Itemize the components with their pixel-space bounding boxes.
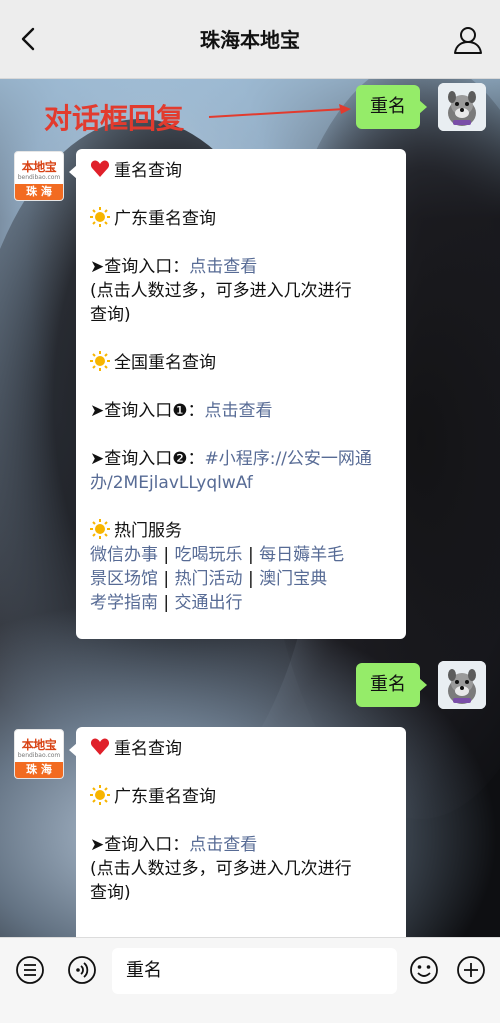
official-account-avatar[interactable]: 本地宝 bendibao.com 珠 海 (14, 151, 64, 201)
bot-reply-message[interactable]: 重名查询 广东重名查询 ➤查询入口：点击查看 (点击人数过多，可多进入几次进行 … (69, 149, 406, 639)
reply-section-guangdong: 广东重名查询 (90, 785, 392, 809)
official-account-avatar[interactable]: 本地宝 bendibao.com 珠 海 (14, 729, 64, 779)
emoji-icon[interactable] (408, 954, 440, 986)
dog-icon (438, 661, 486, 709)
bot-reply-message[interactable]: 重名查询 广东重名查询 ➤查询入口：点击查看 (点击人数过多，可多进入几次进行 … (69, 727, 406, 937)
mini-program-link-cont[interactable]: 办/2MEjlavLLyqlwAf (90, 473, 253, 493)
logo-url: bendibao.com (17, 752, 61, 759)
service-link[interactable]: 景区场馆 (90, 569, 158, 589)
menu-switch-icon[interactable] (14, 954, 46, 986)
annotation-arrow-icon (208, 104, 351, 118)
logo-city: 珠 海 (15, 762, 63, 778)
service-link[interactable]: 每日薅羊毛 (259, 545, 344, 565)
user-message[interactable]: 重名 (356, 663, 427, 707)
logo-city: 珠 海 (15, 184, 63, 200)
query-entry-link[interactable]: 点击查看 (189, 257, 257, 277)
service-link[interactable]: 微信办事 (90, 545, 158, 565)
reply-section-national: 全国重名查询 (90, 351, 392, 375)
dog-icon (438, 83, 486, 131)
service-link[interactable]: 吃喝玩乐 (175, 545, 243, 565)
sun-icon (90, 351, 110, 371)
logo-text: 本地宝 (21, 738, 57, 752)
annotation-label: 对话框回复 (44, 102, 185, 135)
service-link[interactable]: 考学指南 (90, 593, 158, 613)
query-entry-link-1[interactable]: 点击查看 (204, 401, 272, 421)
message-input[interactable]: 重名 (112, 948, 397, 994)
heart-icon (90, 160, 110, 177)
chat-title: 珠海本地宝 (200, 28, 300, 52)
input-bar: 重名 (0, 937, 500, 1023)
title-bar: 珠海本地宝 (0, 0, 500, 79)
reply-section-guangdong: 广东重名查询 (90, 207, 392, 231)
voice-icon[interactable] (66, 954, 98, 986)
reply-heading: 重名查询 (90, 737, 392, 761)
sun-icon (90, 785, 110, 805)
mini-program-link[interactable]: #小程序://公安一网通 (204, 449, 371, 469)
chat-area[interactable]: 对话框回复 重名 本地宝 bendibao.com 珠 海 重名查询 广东重名查… (0, 79, 500, 937)
user-icon[interactable] (452, 24, 484, 56)
reply-heading: 重名查询 (90, 159, 392, 183)
plus-icon[interactable] (455, 954, 487, 986)
logo-url: bendibao.com (17, 174, 61, 181)
service-link[interactable]: 热门活动 (175, 569, 243, 589)
heart-icon (90, 738, 110, 755)
user-avatar[interactable] (438, 83, 486, 131)
reply-section-services: 热门服务 (90, 519, 392, 543)
sun-icon (90, 519, 110, 539)
logo-text: 本地宝 (21, 160, 57, 174)
service-link[interactable]: 澳门宝典 (259, 569, 327, 589)
user-message[interactable]: 重名 (356, 85, 427, 129)
service-link[interactable]: 交通出行 (175, 593, 243, 613)
user-avatar[interactable] (438, 661, 486, 709)
sun-icon (90, 207, 110, 227)
query-entry-link[interactable]: 点击查看 (189, 835, 257, 855)
